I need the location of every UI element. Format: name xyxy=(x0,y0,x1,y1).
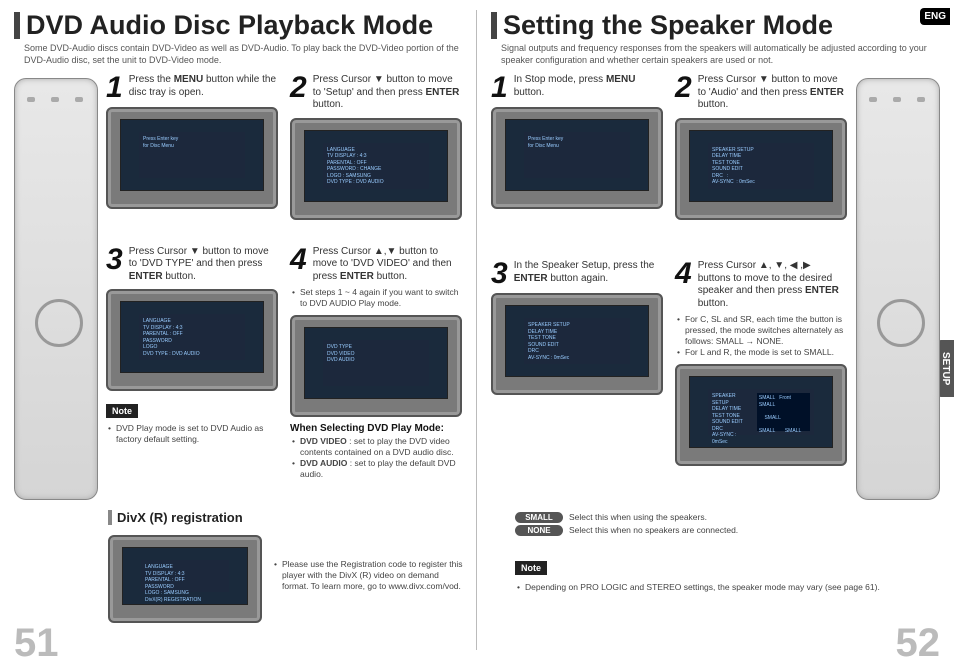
step-4: 4 Press Cursor ▲,▼ button to move to 'DV… xyxy=(290,246,460,501)
step-4: 4 Press Cursor ▲, ▼, ◀ ,▶ buttons to mov… xyxy=(675,260,845,500)
pill-none: NONE xyxy=(515,525,563,536)
step-number: 1 xyxy=(491,74,508,101)
legend-row: SMALL Select this when using the speaker… xyxy=(515,512,940,523)
page-subtitle-left: Some DVD-Audio discs contain DVD-Video a… xyxy=(24,43,463,66)
language-badge: ENG xyxy=(920,8,950,25)
page-number-right: 52 xyxy=(896,623,941,663)
step-4-bullet-1: For C, SL and SR, each time the button i… xyxy=(675,314,845,347)
step-text: In Stop mode, press MENU button. xyxy=(514,74,661,99)
page-left: DVD Audio Disc Playback Mode Some DVD-Au… xyxy=(0,0,477,663)
divx-text: Please use the Registration code to regi… xyxy=(272,559,463,592)
step-4-bullet: Set steps 1 ~ 4 again if you want to swi… xyxy=(290,287,460,309)
note-text: DVD Play mode is set to DVD Audio as fac… xyxy=(106,423,276,445)
pill-small: SMALL xyxy=(515,512,563,523)
page-subtitle-right: Signal outputs and frequency responses f… xyxy=(501,43,940,66)
page-title-right: Setting the Speaker Mode xyxy=(491,12,940,39)
steps-grid-right: 1 In Stop mode, press MENU button. Press… xyxy=(491,74,848,500)
tv-screenshot: DVD TYPEDVD VIDEODVD AUDIO xyxy=(290,315,462,417)
tv-screenshot: LANGUAGETV DISPLAY : 4:3PARENTAL : OFFPA… xyxy=(106,289,278,391)
step-3: 3 Press Cursor ▼ button to move to 'DVD … xyxy=(106,246,276,501)
tv-screenshot: SPEAKER SETUPDELAY TIMETEST TONESOUND ED… xyxy=(675,364,847,466)
tv-screenshot: Press Enter keyfor Disc Menu xyxy=(491,107,663,209)
manual-spread: DVD Audio Disc Playback Mode Some DVD-Au… xyxy=(0,0,954,663)
step-1: 1 Press the MENU button while the disc t… xyxy=(106,74,276,239)
when-selecting-1: DVD VIDEO : set to play the DVD video co… xyxy=(290,436,460,458)
step-number: 3 xyxy=(491,260,508,287)
page-number-left: 51 xyxy=(14,623,59,663)
step-number: 3 xyxy=(106,246,123,273)
step-number: 1 xyxy=(106,74,123,101)
step-3: 3 In the Speaker Setup, press the ENTER … xyxy=(491,260,661,500)
step-text: Press Cursor ▼ button to move to 'Setup'… xyxy=(313,74,460,112)
tv-screenshot-divx: LANGUAGETV DISPLAY : 4:3PARENTAL : OFFPA… xyxy=(108,535,262,623)
tv-screenshot: Press Enter keyfor Disc Menu xyxy=(106,107,278,209)
divx-heading: DivX (R) registration xyxy=(108,510,463,525)
remote-illustration xyxy=(14,78,98,500)
note-badge: Note xyxy=(106,404,138,418)
step-text: Press Cursor ▲,▼ button to move to 'DVD … xyxy=(313,246,460,284)
note-badge: Note xyxy=(515,561,547,575)
step-number: 4 xyxy=(290,246,307,273)
pill-none-text: Select this when no speakers are connect… xyxy=(569,525,940,536)
step-text: Press Cursor ▲, ▼, ◀ ,▶ buttons to move … xyxy=(698,260,845,310)
page-right: ENG SETUP Setting the Speaker Mode Signa… xyxy=(477,0,954,663)
tv-screenshot: SPEAKER SETUPDELAY TIMETEST TONESOUND ED… xyxy=(675,118,847,220)
step-number: 2 xyxy=(290,74,307,101)
when-selecting-head: When Selecting DVD Play Mode: xyxy=(290,423,460,434)
steps-grid-left: 1 Press the MENU button while the disc t… xyxy=(106,74,463,500)
tv-screenshot: SPEAKER SETUPDELAY TIMETEST TONESOUND ED… xyxy=(491,293,663,395)
step-text: Press the MENU button while the disc tra… xyxy=(129,74,276,99)
step-text: In the Speaker Setup, press the ENTER bu… xyxy=(514,260,661,285)
step-2: 2 Press Cursor ▼ button to move to 'Setu… xyxy=(290,74,460,239)
remote-illustration xyxy=(856,78,940,500)
when-selecting-2: DVD AUDIO : set to play the default DVD … xyxy=(290,458,460,480)
tv-screenshot: LANGUAGETV DISPLAY : 4:3PARENTAL : OFFPA… xyxy=(290,118,462,220)
step-1: 1 In Stop mode, press MENU button. Press… xyxy=(491,74,661,254)
step-number: 4 xyxy=(675,260,692,287)
pill-small-text: Select this when using the speakers. xyxy=(569,512,940,523)
step-2: 2 Press Cursor ▼ button to move to 'Audi… xyxy=(675,74,845,254)
step-4-bullet-2: For L and R, the mode is set to SMALL. xyxy=(675,347,845,358)
page-title-left: DVD Audio Disc Playback Mode xyxy=(14,12,463,39)
step-number: 2 xyxy=(675,74,692,101)
legend-row: NONE Select this when no speakers are co… xyxy=(515,525,940,536)
step-text: Press Cursor ▼ button to move to 'DVD TY… xyxy=(129,246,276,284)
note-text-right: Depending on PRO LOGIC and STEREO settin… xyxy=(515,582,940,593)
step-text: Press Cursor ▼ button to move to 'Audio'… xyxy=(698,74,845,112)
